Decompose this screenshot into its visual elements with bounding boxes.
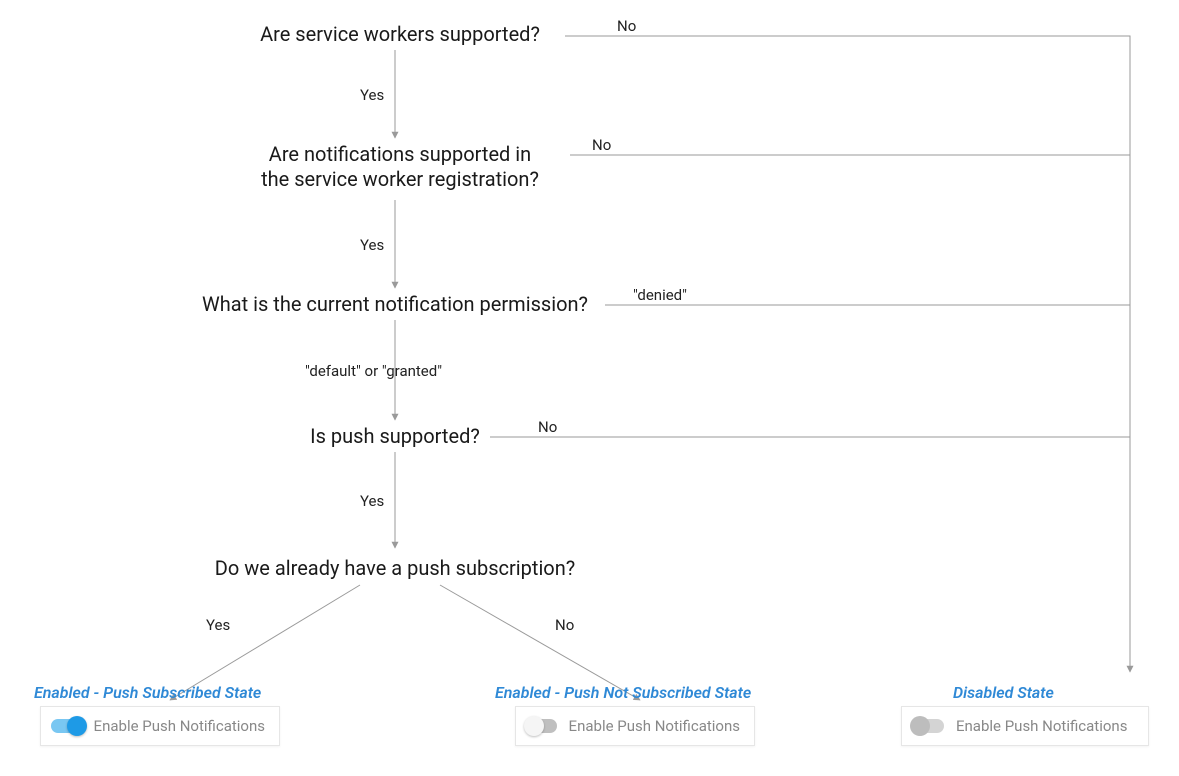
- node-q5: Do we already have a push subscription?: [195, 556, 595, 581]
- state-card-label: Enable Push Notifications: [569, 717, 740, 735]
- node-q4: Is push supported?: [290, 424, 500, 449]
- state-card-label: Enable Push Notifications: [956, 717, 1127, 735]
- edge-q3-default: "default" or "granted": [305, 362, 442, 380]
- edge-q4-yes: Yes: [360, 492, 384, 510]
- toggle-icon: [912, 719, 944, 733]
- edge-q4-no: No: [538, 418, 557, 436]
- edge-q3-denied: "denied": [633, 286, 687, 304]
- node-q3: What is the current notification permiss…: [175, 292, 615, 317]
- edge-q5-yes: Yes: [206, 616, 230, 634]
- toggle-icon: [526, 719, 557, 733]
- state-disabled-card: Enable Push Notifications: [901, 706, 1149, 746]
- node-q1: Are service workers supported?: [235, 22, 565, 47]
- flow-edges: [0, 0, 1179, 776]
- edge-q5-no: No: [555, 616, 574, 634]
- edge-q2-yes: Yes: [360, 236, 384, 254]
- edge-q2-no: No: [592, 136, 611, 154]
- toggle-icon: [51, 719, 82, 733]
- state-not-subscribed-title: Enabled - Push Not Subscribed State: [495, 683, 751, 702]
- state-card-label: Enable Push Notifications: [94, 717, 265, 735]
- edge-q1-yes: Yes: [360, 86, 384, 104]
- edge-q1-no: No: [617, 17, 636, 35]
- state-subscribed-card[interactable]: Enable Push Notifications: [40, 706, 280, 746]
- node-q2: Are notifications supported inthe servic…: [230, 142, 570, 192]
- state-subscribed-title: Enabled - Push Subscribed State: [34, 683, 261, 702]
- state-not-subscribed-card[interactable]: Enable Push Notifications: [515, 706, 755, 746]
- state-disabled-title: Disabled State: [953, 683, 1054, 702]
